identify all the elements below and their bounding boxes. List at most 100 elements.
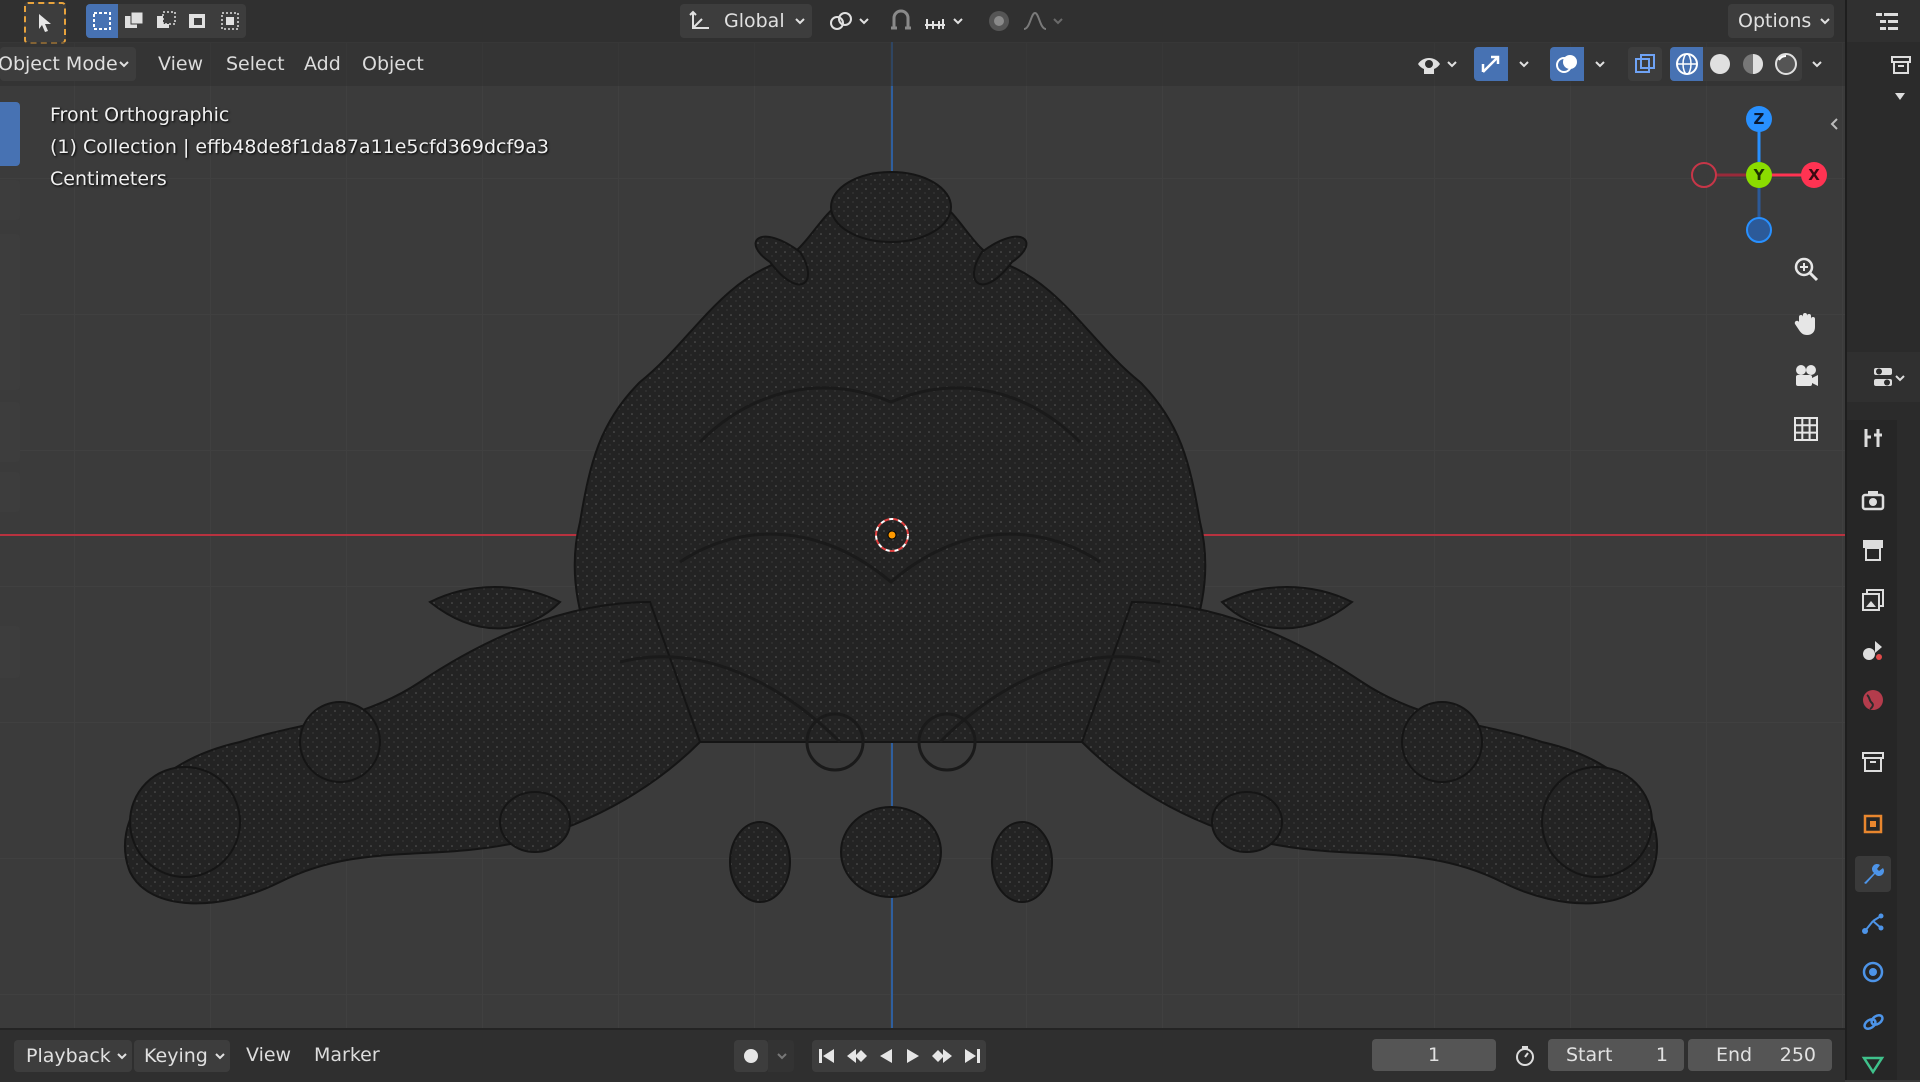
tab-render[interactable] (1855, 482, 1891, 518)
gizmo-toggle[interactable] (1474, 47, 1508, 81)
outliner-editor-type[interactable] (1862, 4, 1912, 38)
chevron-down-icon (1811, 59, 1822, 69)
select-box-invert-icon[interactable] (182, 4, 214, 38)
tab-world[interactable] (1855, 682, 1891, 718)
select-box-new-icon[interactable] (86, 4, 118, 38)
outliner-expand-toggle[interactable] (1890, 86, 1910, 106)
view-layer-icon (1860, 587, 1886, 613)
object-origin (887, 530, 897, 540)
menu-view[interactable]: View (158, 42, 203, 86)
pivot-point-icon (828, 9, 854, 33)
timeline-marker-menu[interactable]: Marker (314, 1030, 380, 1080)
tab-collection[interactable] (1855, 744, 1891, 780)
keying-menu[interactable]: Keying (134, 1040, 230, 1072)
xray-toggle[interactable] (1628, 47, 1662, 81)
tab-modifiers[interactable] (1855, 856, 1891, 892)
toolbar-select-tool[interactable] (0, 102, 20, 166)
toolbar-transform-tools[interactable] (0, 234, 20, 390)
start-frame-field[interactable]: Start 1 (1548, 1039, 1684, 1071)
properties-editor-type[interactable] (1860, 358, 1916, 398)
pan-button[interactable] (1786, 303, 1826, 343)
gizmo-z-axis[interactable]: Z (1746, 106, 1772, 132)
transform-orientation-dropdown[interactable]: Global (680, 4, 812, 38)
select-box-extend-icon[interactable] (118, 4, 150, 38)
shading-mode-group (1670, 47, 1802, 81)
tab-scene[interactable] (1855, 632, 1891, 668)
chevron-down-icon (794, 16, 805, 26)
toolbar-cursor-tool[interactable] (0, 180, 20, 220)
current-frame-field[interactable]: 1 (1372, 1039, 1496, 1071)
tab-output[interactable] (1855, 532, 1891, 568)
timeline-view-menu[interactable]: View (246, 1030, 291, 1080)
tab-tool[interactable] (1855, 420, 1891, 456)
grid-ortho-icon (1791, 414, 1821, 444)
menu-select[interactable]: Select (226, 42, 285, 86)
scene-icon (1860, 637, 1886, 663)
falloff-dropdown[interactable] (1018, 4, 1070, 38)
ornament-mesh-object[interactable] (0, 42, 1845, 1028)
snap-toggle[interactable] (884, 4, 918, 38)
shading-solid-icon[interactable] (1703, 47, 1736, 81)
end-frame-field[interactable]: End 250 (1688, 1039, 1832, 1071)
play-reverse-icon[interactable] (876, 1046, 896, 1066)
menu-object[interactable]: Object (362, 42, 424, 86)
next-keyframe-icon[interactable] (930, 1046, 954, 1066)
select-box-intersect-icon[interactable] (214, 4, 246, 38)
snap-target-dropdown[interactable] (918, 4, 968, 38)
mode-dropdown[interactable]: Object Mode (0, 47, 136, 81)
toolbar-measure-tool[interactable] (0, 472, 20, 512)
sidebar-toggle[interactable] (1826, 112, 1842, 136)
options-dropdown[interactable]: Options (1728, 4, 1834, 38)
toolbar-add-cube-tool[interactable] (0, 626, 20, 678)
tab-particles[interactable] (1855, 906, 1891, 942)
shading-rendered-icon[interactable] (1769, 47, 1802, 81)
keying-label: Keying (144, 1045, 208, 1067)
falloff-curve-icon (1022, 9, 1048, 33)
filter-collection-button[interactable] (1884, 50, 1918, 80)
jump-end-icon[interactable] (961, 1046, 983, 1066)
tab-constraints[interactable] (1855, 1004, 1891, 1040)
select-box-subtract-icon[interactable] (150, 4, 182, 38)
toolbar-annotate-tool[interactable] (0, 402, 20, 462)
gizmo-x-axis[interactable]: X (1801, 162, 1827, 188)
transform-orientation-label: Global (724, 10, 785, 32)
use-preview-range-toggle[interactable] (1508, 1040, 1542, 1072)
tab-object[interactable] (1855, 806, 1891, 842)
shading-wireframe-icon[interactable] (1670, 47, 1703, 81)
gizmo-y-axis[interactable]: Y (1746, 162, 1772, 188)
proportional-edit-toggle[interactable] (982, 4, 1016, 38)
playback-menu[interactable]: Playback (14, 1040, 132, 1072)
collection-info-label: (1) Collection | effb48de8f1da87a11e5cfd… (50, 136, 550, 158)
shading-dropdown[interactable] (1804, 47, 1828, 81)
zoom-button[interactable] (1786, 250, 1826, 290)
overlay-dropdown[interactable] (1586, 47, 1612, 81)
record-icon (742, 1047, 760, 1065)
tab-data[interactable] (1855, 1050, 1891, 1080)
overlay-toggle[interactable] (1550, 47, 1584, 81)
chevron-down-icon (116, 1051, 127, 1061)
chevron-down-icon (1052, 16, 1063, 26)
active-tool-button[interactable] (24, 2, 66, 44)
play-icon[interactable] (903, 1046, 923, 1066)
pivot-point-dropdown[interactable] (824, 4, 874, 38)
camera-view-button[interactable] (1786, 356, 1826, 396)
gizmo-dropdown[interactable] (1510, 47, 1536, 81)
jump-start-icon[interactable] (816, 1046, 838, 1066)
visibility-dropdown[interactable] (1412, 47, 1464, 81)
chevron-down-icon (952, 16, 963, 26)
gizmo-icon (1479, 52, 1503, 76)
3d-viewport[interactable] (0, 42, 1845, 1028)
menu-add[interactable]: Add (304, 42, 341, 86)
chevron-down-icon (776, 1051, 787, 1061)
auto-keying-toggle[interactable] (734, 1040, 768, 1072)
snap-increment-icon (922, 9, 948, 33)
tab-physics[interactable] (1855, 954, 1891, 990)
chevron-left-icon (1828, 116, 1840, 132)
physics-icon (1860, 959, 1886, 985)
ortho-toggle-button[interactable] (1786, 409, 1826, 449)
shading-material-icon[interactable] (1736, 47, 1769, 81)
tab-view-layer[interactable] (1855, 582, 1891, 618)
prev-keyframe-icon[interactable] (845, 1046, 869, 1066)
auto-keying-dropdown[interactable] (768, 1040, 794, 1072)
chevron-down-icon (1518, 59, 1529, 69)
